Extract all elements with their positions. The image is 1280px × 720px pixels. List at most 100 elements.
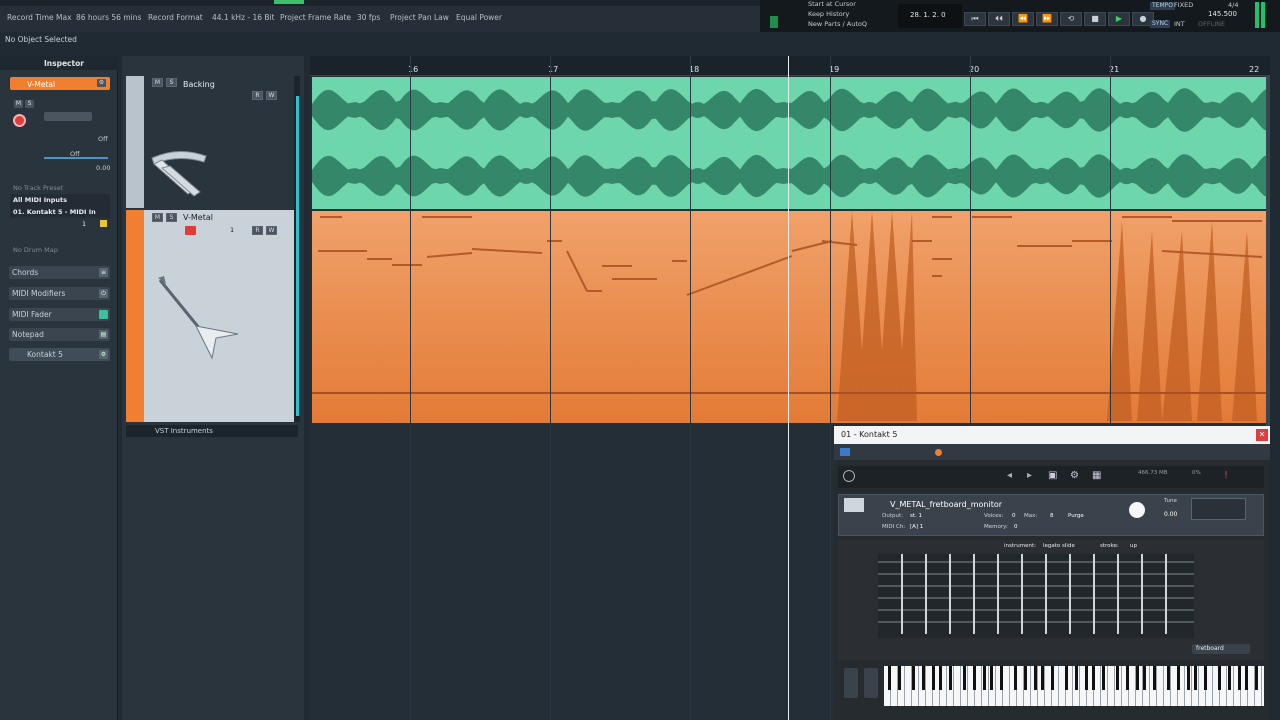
- solo-button[interactable]: S: [25, 100, 34, 108]
- pan-law-value[interactable]: Equal Power: [456, 13, 502, 22]
- backing-read-button[interactable]: R: [252, 91, 263, 100]
- sync-button[interactable]: SYNC: [1150, 20, 1171, 28]
- midi-channel-value[interactable]: 1: [82, 220, 86, 228]
- channel-edit-icon[interactable]: [100, 220, 107, 227]
- section-midi-fader-label: MIDI Fader: [12, 310, 52, 319]
- section-midi-modifiers-label: MIDI Modifiers: [12, 289, 66, 298]
- section-midi-modifiers[interactable]: MIDI Modifiers ⏻: [9, 287, 110, 300]
- section-kontakt[interactable]: Kontakt 5 ⚙: [9, 348, 110, 361]
- record-enable-icon[interactable]: [13, 114, 26, 127]
- status-top-strip: [0, 0, 760, 6]
- max-value[interactable]: 8: [1050, 513, 1054, 519]
- kontakt-logo-icon: [843, 470, 855, 482]
- record-format-label: Record Format: [148, 13, 203, 22]
- tempo-label: TEMPO: [1150, 2, 1175, 10]
- midi-output-field[interactable]: 01. Kontakt 5 - MIDI In: [10, 206, 110, 218]
- audio-clip[interactable]: [312, 77, 1268, 209]
- warning-icon[interactable]: !: [1224, 470, 1228, 481]
- mod-wheel[interactable]: [864, 668, 878, 698]
- fretboard-select-value: fretboard: [1196, 645, 1224, 652]
- tempo-mode[interactable]: FIXED: [1174, 1, 1193, 9]
- inspector-title: Inspector: [44, 59, 84, 68]
- vmetal-channel-number[interactable]: 1: [230, 226, 234, 234]
- backing-solo-button[interactable]: S: [166, 78, 177, 87]
- kontakt-window-title: 01 - Kontakt 5: [841, 430, 898, 439]
- track-edit-icon[interactable]: ⚙: [97, 79, 106, 87]
- off-value-1[interactable]: Off: [98, 135, 108, 143]
- transport-panel: Start at Cursor Keep History New Parts /…: [760, 0, 1280, 32]
- gear-icon[interactable]: ⚙: [1070, 470, 1079, 481]
- pitch-wheel[interactable]: [844, 668, 858, 698]
- ruler-bar-22: 22: [1249, 65, 1260, 74]
- ruler[interactable]: [310, 56, 1270, 76]
- time-signature[interactable]: 4/4: [1228, 1, 1238, 9]
- vmetal-mute-button[interactable]: M: [152, 213, 163, 222]
- pan-law-label: Project Pan Law: [390, 13, 449, 22]
- mute-button[interactable]: M: [14, 100, 23, 108]
- vst-folder-name: VST Instruments: [155, 427, 213, 435]
- volume-value[interactable]: 0.00: [96, 164, 110, 172]
- stroke-label: stroke:: [1100, 543, 1119, 549]
- instrument-edit-icon: ⚙: [99, 350, 108, 359]
- track-preset-field[interactable]: No Track Preset: [10, 182, 110, 194]
- cycle-button[interactable]: ⟲: [1060, 12, 1082, 26]
- tune-value[interactable]: 0.00: [1164, 511, 1177, 518]
- rewind-button[interactable]: ⏪: [1012, 12, 1034, 26]
- section-midi-fader[interactable]: MIDI Fader: [9, 308, 110, 321]
- fretboard-graphic: [878, 554, 1194, 638]
- int-label: INT: [1174, 20, 1185, 28]
- vmetal-record-button[interactable]: [185, 226, 196, 235]
- instrument-mode-value[interactable]: legato slide: [1043, 543, 1075, 549]
- menu-new-parts[interactable]: New Parts / AutoQ: [808, 20, 867, 28]
- nav-right-icon[interactable]: ▸: [1027, 470, 1032, 481]
- power-icon[interactable]: [840, 448, 850, 456]
- previous-marker-button[interactable]: ⏴⏴: [988, 12, 1010, 26]
- vmetal-write-button[interactable]: W: [266, 226, 277, 235]
- midi-clip[interactable]: [312, 211, 1268, 423]
- midi-input-field[interactable]: All MIDI Inputs: [10, 194, 110, 206]
- backing-track-name[interactable]: Backing: [183, 80, 215, 89]
- tune-knob[interactable]: [1129, 502, 1145, 518]
- inspector-track-header[interactable]: [10, 77, 110, 90]
- vmetal-solo-button[interactable]: S: [166, 213, 177, 222]
- play-button[interactable]: ▶: [1108, 12, 1130, 26]
- section-notepad[interactable]: Notepad ▤: [9, 328, 110, 341]
- frame-rate-label: Project Frame Rate: [280, 13, 351, 22]
- kontakt-titlebar[interactable]: [834, 426, 1270, 444]
- stroke-value[interactable]: up: [1130, 543, 1137, 549]
- host-record-icon[interactable]: [935, 449, 942, 456]
- modifiers-icon: ⏻: [99, 289, 108, 298]
- playhead-cursor[interactable]: [788, 56, 789, 720]
- record-time-value[interactable]: 86 hours 56 mins: [76, 13, 141, 22]
- vmetal-read-button[interactable]: R: [252, 226, 263, 235]
- output-label: Output:: [882, 513, 903, 519]
- nav-left-icon[interactable]: ◂: [1007, 470, 1012, 481]
- output-value[interactable]: st. 1: [910, 513, 922, 519]
- menu-start-at-cursor[interactable]: Start at Cursor: [808, 0, 856, 8]
- track-list-scroll-thumb[interactable]: [296, 96, 299, 416]
- midi-channel-label: MIDI Ch:: [882, 524, 906, 530]
- stop-button[interactable]: ■: [1084, 12, 1106, 26]
- close-window-button[interactable]: ✕: [1256, 429, 1268, 441]
- backing-mute-button[interactable]: M: [152, 78, 163, 87]
- drum-map-field[interactable]: No Drum Map: [10, 244, 110, 256]
- go-to-start-button[interactable]: ⏮: [964, 12, 986, 26]
- meter-indicator: [770, 16, 778, 28]
- section-chords[interactable]: Chords ≡: [9, 266, 110, 279]
- midi-channel-value[interactable]: [A] 1: [910, 524, 923, 530]
- save-icon[interactable]: ▣: [1048, 470, 1057, 481]
- volume-fader[interactable]: [44, 112, 92, 121]
- view-icon[interactable]: ▦: [1092, 470, 1101, 481]
- menu-keep-history[interactable]: Keep History: [808, 10, 849, 18]
- section-chords-label: Chords: [12, 268, 39, 277]
- purge-button[interactable]: Purge: [1068, 513, 1084, 519]
- frame-rate-value[interactable]: 30 fps: [357, 13, 380, 22]
- vmetal-track-name[interactable]: V-Metal: [183, 213, 213, 222]
- record-format-value[interactable]: 44.1 kHz - 16 Bit: [212, 13, 275, 22]
- inspector-panel: Inspector V-Metal ⚙ M S Off Off 0.00 No …: [0, 56, 118, 720]
- backing-write-button[interactable]: W: [266, 91, 277, 100]
- instrument-name[interactable]: V_METAL_fretboard_monitor: [890, 500, 1002, 509]
- pan-slider[interactable]: [44, 157, 108, 159]
- tempo-value[interactable]: 145.500: [1208, 10, 1237, 18]
- fast-forward-button[interactable]: ⏩: [1036, 12, 1058, 26]
